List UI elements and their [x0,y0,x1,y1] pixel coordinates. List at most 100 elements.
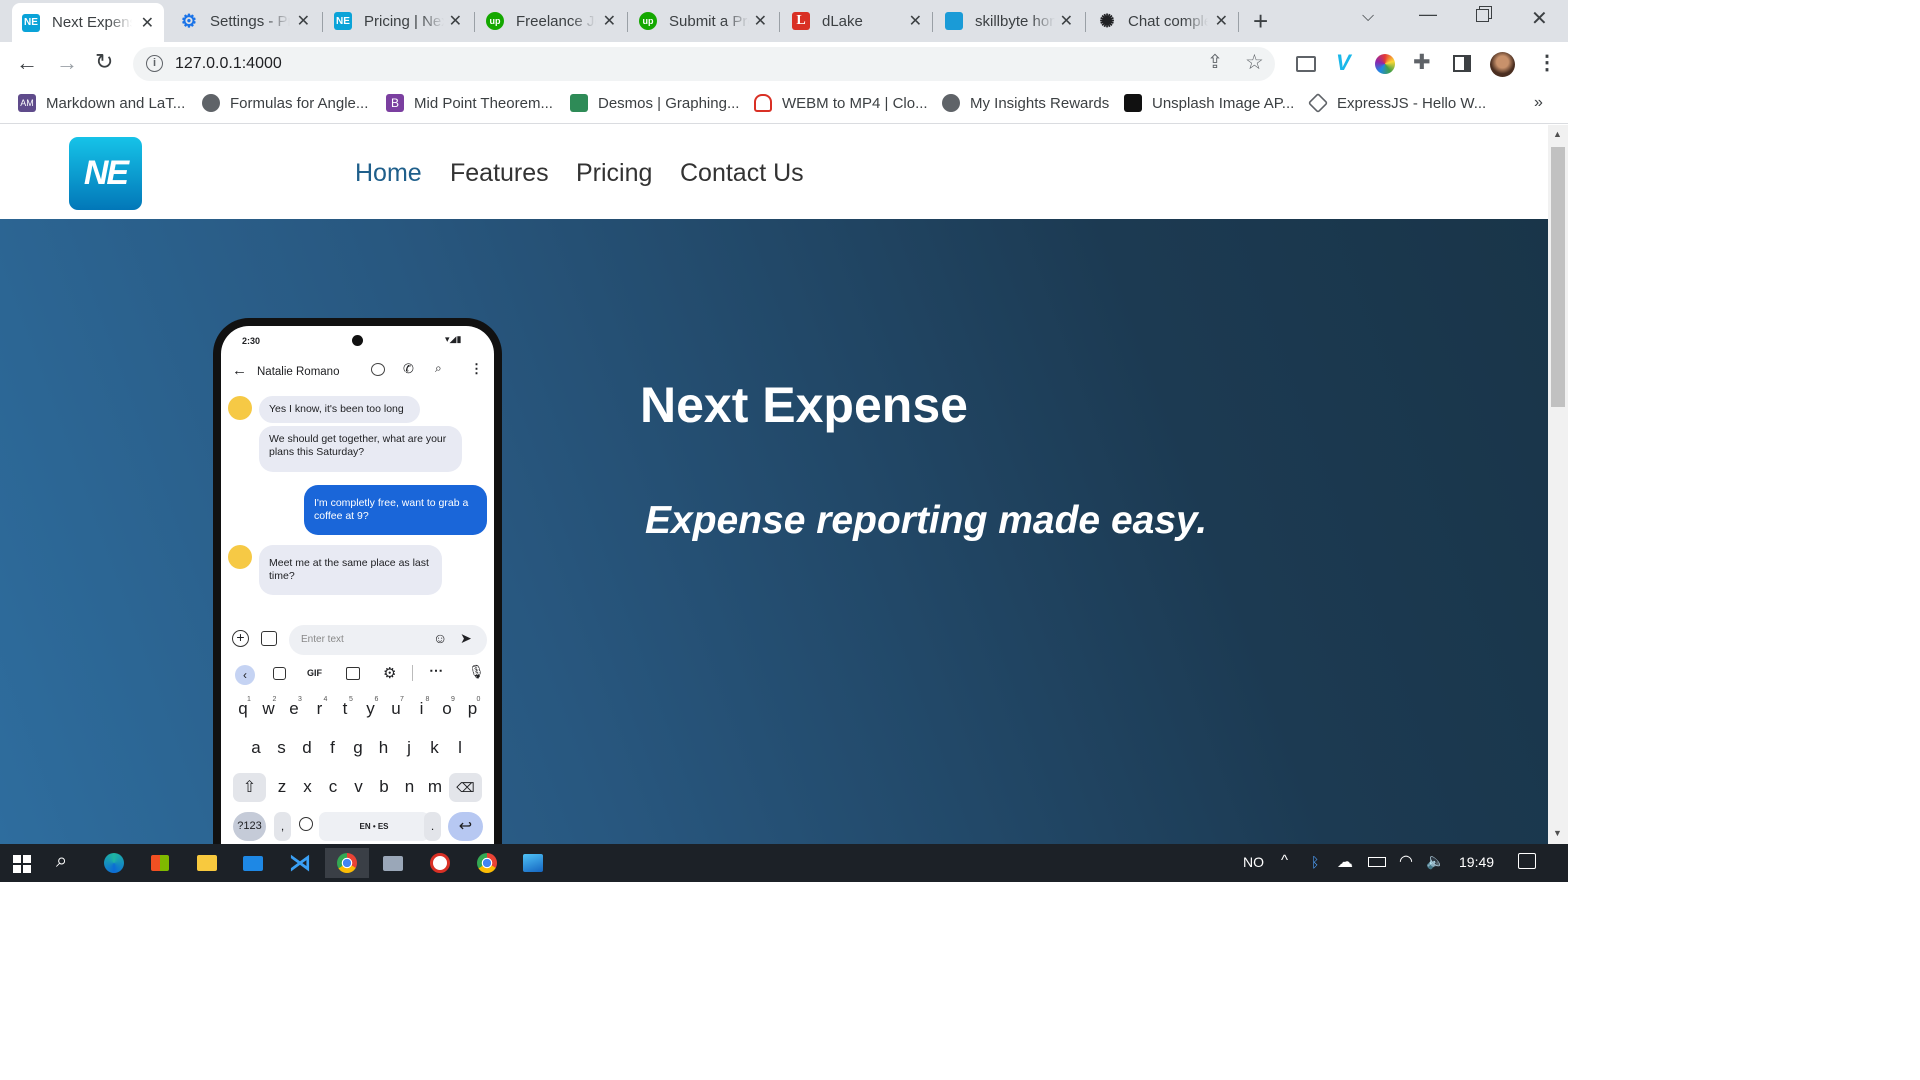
key-j: j [407,738,411,757]
hero-title: Next Expense [640,377,968,433]
cast-icon[interactable] [1296,56,1316,72]
url-text[interactable]: 127.0.0.1:4000 [175,55,282,73]
vscode-icon[interactable]: ⋊ [278,848,322,878]
shift-key-icon: ⇧ [233,773,266,802]
tab-title: Chat completion [1128,12,1208,30]
bookmark-markdown[interactable]: AM Markdown and LaT... [18,94,185,112]
tab-title: Submit a Proposal [669,12,749,30]
close-icon[interactable]: ✕ [449,11,462,31]
key-b: b [379,777,389,796]
bluetooth-icon[interactable]: ᛒ [1311,854,1319,870]
clock[interactable]: 19:49 [1459,854,1494,870]
bookmark-label: ExpressJS - Hello W... [1337,94,1487,112]
back-arrow-icon[interactable]: ← [16,50,38,76]
chrome-icon[interactable] [465,848,509,878]
bookmark-unsplash[interactable]: Unsplash Image AP... [1124,94,1294,112]
nav-features[interactable]: Features [450,159,549,188]
gif-label: GIF [307,668,322,678]
more-icon: ⋮ [470,361,483,376]
scrollbar-thumb[interactable] [1551,147,1565,407]
input-placeholder: Enter text [301,634,344,645]
video-icon [371,363,385,376]
close-window-icon[interactable]: ✕ [1531,6,1548,31]
close-icon[interactable]: ✕ [1215,11,1228,31]
close-icon[interactable]: ✕ [141,13,154,33]
wifi-icon[interactable]: ◠ [1399,851,1413,871]
site-logo[interactable]: NE [69,137,142,210]
minimize-icon[interactable]: — [1419,4,1437,25]
close-icon[interactable]: ✕ [1060,11,1073,31]
restore-icon[interactable] [1476,9,1489,22]
windows-start-icon[interactable] [13,855,31,873]
key-number-hint: 6 [374,696,379,703]
skillbyte-icon [945,12,963,30]
edge-icon[interactable] [92,848,136,878]
browser-toolbar: ← → ↻ i 127.0.0.1:4000 ⇪ ☆ V ✚ ⋮ [0,42,1568,86]
forward-arrow-icon[interactable]: → [56,50,78,76]
vimeo-extension-icon[interactable]: V [1336,50,1351,76]
close-icon[interactable]: ✕ [909,11,922,31]
bookmark-formulas[interactable]: Formulas for Angle... [202,94,368,112]
onedrive-cloud-icon[interactable]: ☁ [1337,852,1353,872]
bookmark-webm-mp4[interactable]: WEBM to MP4 | Clo... [754,94,928,112]
tab-settings[interactable]: ⚙ Settings - Pricing ✕ [170,0,320,42]
enter-key-icon: ↩ [448,812,483,841]
tab-skillbyte[interactable]: skillbyte home ✕ [935,0,1083,42]
app-circle-icon[interactable] [418,848,462,878]
file-explorer-icon[interactable] [185,848,229,878]
nav-contact-us[interactable]: Contact Us [680,159,804,188]
scroll-up-arrow-icon[interactable]: ▲ [1553,129,1562,139]
scroll-down-arrow-icon[interactable]: ▼ [1553,828,1562,838]
extensions-puzzle-icon[interactable]: ✚ [1413,50,1431,75]
bookmark-desmos[interactable]: Desmos | Graphing... [570,94,739,112]
photos-icon[interactable] [511,848,555,878]
tab-chat-completion[interactable]: ✺ Chat completion ✕ [1088,0,1238,42]
notifications-icon[interactable] [1518,853,1536,869]
tab-pricing[interactable]: NE Pricing | Next Expense ✕ [324,0,472,42]
site-info-icon[interactable]: i [146,55,163,72]
upwork-icon: up [639,12,657,30]
sticker-icon [273,667,286,680]
bookmark-star-icon[interactable]: ☆ [1245,50,1264,75]
nav-home[interactable]: Home [355,159,422,188]
tab-submit-proposal[interactable]: up Submit a Proposal ✕ [629,0,777,42]
address-bar[interactable]: i 127.0.0.1:4000 ⇪ ☆ [133,47,1275,81]
close-icon[interactable]: ✕ [297,11,310,31]
profile-avatar[interactable] [1490,52,1515,77]
contact-name: Natalie Romano [257,366,340,378]
key-d: d [302,738,312,757]
tab-dlake[interactable]: L dLake ✕ [782,0,932,42]
mail-icon[interactable] [231,848,275,878]
volume-icon[interactable]: 🔈 [1426,852,1445,870]
more-bookmarks-chevron[interactable]: » [1534,94,1543,112]
tab-freelance-jobs[interactable]: up Freelance Jobs ✕ [476,0,626,42]
close-icon[interactable]: ✕ [754,11,767,31]
tab-next-expense[interactable]: NE Next Expense ✕ [12,3,164,42]
share-icon[interactable]: ⇪ [1207,51,1223,74]
side-panel-icon[interactable] [1453,55,1471,72]
key-x: x [303,777,312,796]
search-icon[interactable]: ⌕ [56,850,67,873]
bookmark-expressjs[interactable]: ExpressJS - Hello W... [1307,92,1487,114]
bookmark-midpoint[interactable]: B Mid Point Theorem... [386,94,553,112]
message-in: We should get together, what are your pl… [259,426,462,472]
tab-search-chevron-icon[interactable]: ⌵ [1362,8,1374,26]
hero-tagline: Expense reporting made easy. [645,499,1208,542]
battery-icon[interactable] [1368,857,1386,867]
chrome-icon[interactable] [325,848,369,878]
page-scrollbar[interactable]: ▲ ▼ [1548,125,1568,844]
store-icon[interactable] [138,848,182,878]
bookmark-insights[interactable]: My Insights Rewards [942,94,1109,112]
reload-icon[interactable]: ↻ [95,49,113,75]
nav-pricing[interactable]: Pricing [576,159,652,188]
close-icon[interactable]: ✕ [603,11,616,31]
key-a: a [251,738,261,757]
key-number-hint: 9 [451,696,455,703]
new-tab-plus-icon[interactable]: + [1253,6,1268,37]
language-indicator[interactable]: NO [1243,854,1264,870]
menu-kebab-icon[interactable]: ⋮ [1537,50,1557,75]
tray-chevron-up-icon[interactable]: ^ [1281,852,1288,869]
app-window-icon[interactable] [371,848,415,878]
color-extension-icon[interactable] [1375,54,1395,74]
b-icon: B [386,94,404,112]
